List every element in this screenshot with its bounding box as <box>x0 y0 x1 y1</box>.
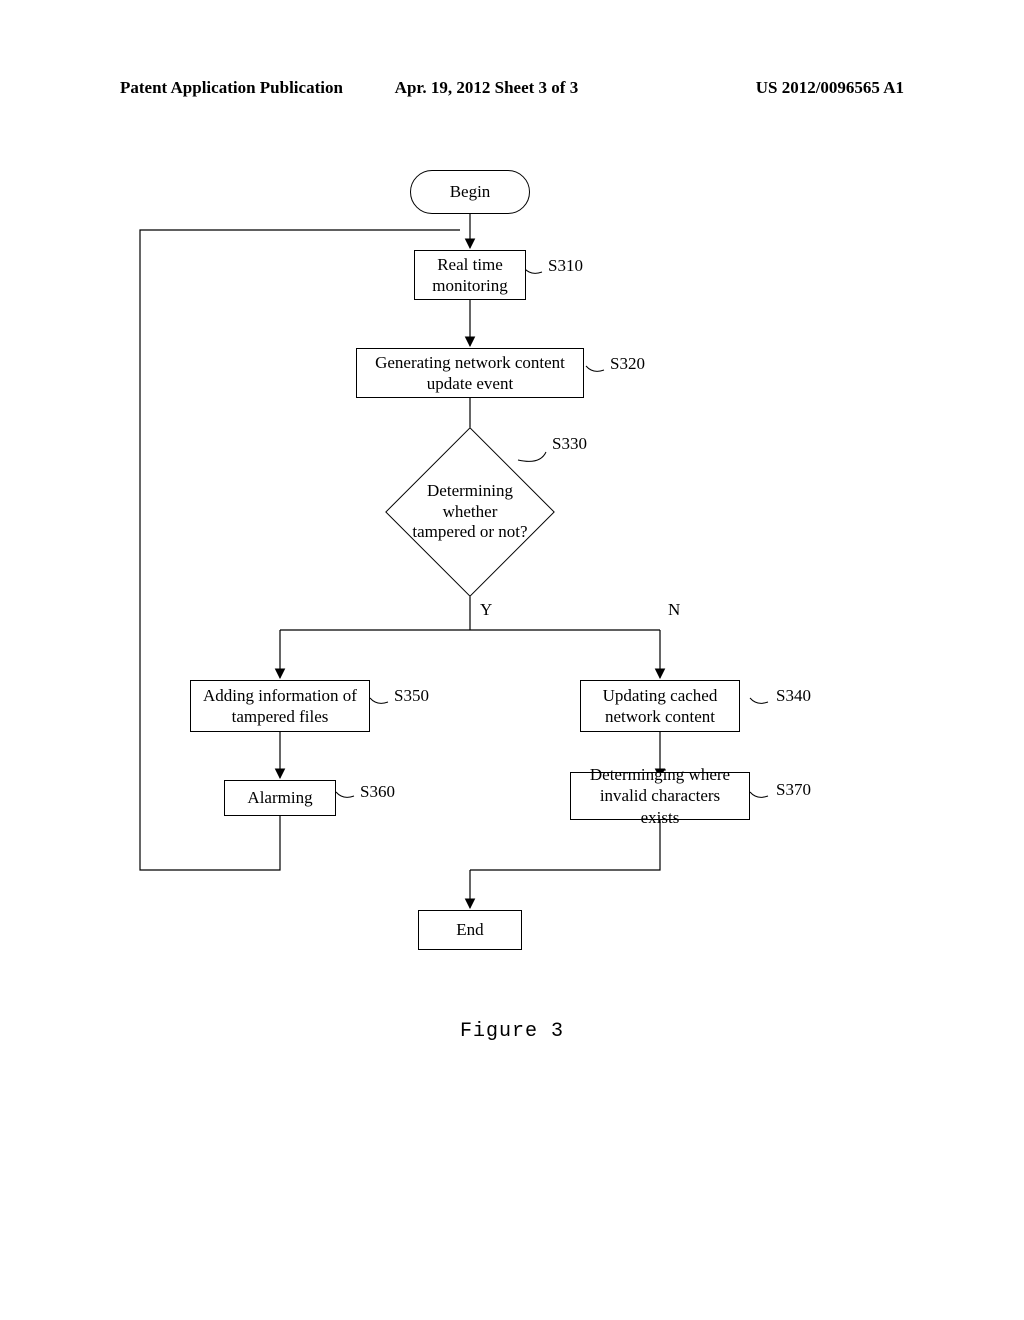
s370-label: Determinging where invalid characters ex… <box>579 764 741 828</box>
tag-s320: S320 <box>610 354 645 374</box>
tag-s310: S310 <box>548 256 583 276</box>
figure-caption: Figure 3 <box>0 1020 1024 1043</box>
end-label: End <box>456 919 483 940</box>
s360-label: Alarming <box>247 787 312 808</box>
header-mid: Apr. 19, 2012 Sheet 3 of 3 <box>375 78 650 98</box>
node-s330: Determining whether tampered or not? <box>410 452 530 572</box>
flowchart: Begin Real time monitoring S310 Generati… <box>100 170 924 1070</box>
branch-no: N <box>668 600 680 620</box>
node-s360: Alarming <box>224 780 336 816</box>
tag-s360: S360 <box>360 782 395 802</box>
node-s320: Generating network content update event <box>356 348 584 398</box>
header-right: US 2012/0096565 A1 <box>649 78 904 98</box>
node-s370: Determinging where invalid characters ex… <box>570 772 750 820</box>
tag-s370: S370 <box>776 780 811 800</box>
node-s310: Real time monitoring <box>414 250 526 300</box>
tag-s340: S340 <box>776 686 811 706</box>
s340-label: Updating cached network content <box>603 685 718 728</box>
node-end: End <box>418 910 522 950</box>
node-s340: Updating cached network content <box>580 680 740 732</box>
s320-label: Generating network content update event <box>375 352 565 395</box>
branch-yes: Y <box>480 600 492 620</box>
header-left: Patent Application Publication <box>120 78 375 98</box>
node-begin: Begin <box>410 170 530 214</box>
s350-label: Adding information of tampered files <box>203 685 357 728</box>
tag-s350: S350 <box>394 686 429 706</box>
node-s350: Adding information of tampered files <box>190 680 370 732</box>
tag-s330: S330 <box>552 434 587 454</box>
s310-label: Real time monitoring <box>432 254 508 297</box>
begin-label: Begin <box>450 181 491 202</box>
page-header: Patent Application Publication Apr. 19, … <box>0 78 1024 98</box>
s330-label: Determining whether tampered or not? <box>410 481 530 542</box>
